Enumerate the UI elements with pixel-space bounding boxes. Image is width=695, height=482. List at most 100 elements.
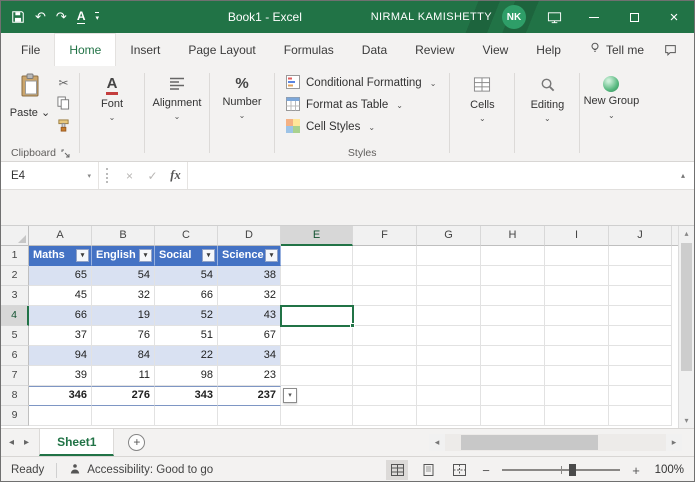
horizontal-scrollbar[interactable]: ◂ ▸ (429, 434, 682, 451)
cell-G1[interactable] (417, 246, 481, 266)
cell-B7[interactable]: 11 (92, 366, 155, 386)
cell-C1[interactable]: Social▾ (155, 246, 218, 266)
cell-H5[interactable] (481, 326, 545, 346)
cell-B9[interactable] (92, 406, 155, 426)
formula-bar-splitter[interactable] (106, 168, 113, 183)
cell-H4[interactable] (481, 306, 545, 326)
column-header-I[interactable]: I (545, 226, 609, 246)
cell-D4[interactable]: 43 (218, 306, 281, 326)
row-header-9[interactable]: 9 (1, 406, 29, 426)
cell-F3[interactable] (353, 286, 417, 306)
scroll-left-icon[interactable]: ◂ (429, 434, 445, 451)
cell-F4[interactable] (353, 306, 417, 326)
accessibility-status[interactable]: Accessibility: Good to go (69, 463, 213, 478)
number-menu-button[interactable]: % Number ⌄ (213, 69, 271, 161)
customize-qat-icon[interactable]: ▾ (95, 12, 99, 22)
cell-D8[interactable]: 237 (218, 386, 281, 406)
maximize-button[interactable] (614, 1, 654, 33)
avatar[interactable]: NK (502, 5, 526, 29)
cell-A2[interactable]: 65 (29, 266, 92, 286)
cell-C9[interactable] (155, 406, 218, 426)
filter-dropdown-icon[interactable]: ▾ (265, 249, 278, 262)
cell-G8[interactable] (417, 386, 481, 406)
cell-H7[interactable] (481, 366, 545, 386)
zoom-in-button[interactable]: + (629, 463, 643, 478)
scroll-right-icon[interactable]: ▸ (666, 434, 682, 451)
cell-G6[interactable] (417, 346, 481, 366)
tab-page-layout[interactable]: Page Layout (174, 33, 269, 66)
paste-button[interactable]: Paste ⌄ (9, 69, 51, 145)
column-header-B[interactable]: B (92, 226, 155, 246)
tab-help[interactable]: Help (522, 33, 575, 66)
vertical-scrollbar[interactable]: ▴ ▾ (678, 226, 694, 428)
comment-icon[interactable] (663, 33, 678, 66)
cell-H3[interactable] (481, 286, 545, 306)
cell-G4[interactable] (417, 306, 481, 326)
cell-H8[interactable] (481, 386, 545, 406)
zoom-slider-thumb[interactable] (569, 464, 576, 476)
row-header-7[interactable]: 7 (1, 366, 29, 386)
cell-C8[interactable]: 343 (155, 386, 218, 406)
cell-F8[interactable] (353, 386, 417, 406)
row-header-6[interactable]: 6 (1, 346, 29, 366)
column-header-J[interactable]: J (609, 226, 672, 246)
conditional-formatting-button[interactable]: Conditional Formatting ⌄ (284, 72, 438, 94)
cell-C3[interactable]: 66 (155, 286, 218, 306)
cell-F2[interactable] (353, 266, 417, 286)
cell-I8[interactable] (545, 386, 609, 406)
cell-E9[interactable] (281, 406, 353, 426)
minimize-button[interactable] (574, 1, 614, 33)
new-sheet-button[interactable]: + (128, 434, 145, 451)
name-box[interactable]: E4 ▾ (1, 162, 99, 189)
cell-D5[interactable]: 67 (218, 326, 281, 346)
enter-icon[interactable]: ✓ (141, 169, 164, 183)
cell-G5[interactable] (417, 326, 481, 346)
cell-G2[interactable] (417, 266, 481, 286)
cell-E5[interactable] (281, 326, 353, 346)
cell-C2[interactable]: 54 (155, 266, 218, 286)
row-header-8[interactable]: 8 (1, 386, 29, 406)
cell-J6[interactable] (609, 346, 672, 366)
cell-J3[interactable] (609, 286, 672, 306)
cell-A6[interactable]: 94 (29, 346, 92, 366)
select-all-corner[interactable] (1, 226, 29, 246)
cell-I1[interactable] (545, 246, 609, 266)
cell-I4[interactable] (545, 306, 609, 326)
undo-icon[interactable]: ↶ (35, 9, 46, 25)
cell-A5[interactable]: 37 (29, 326, 92, 346)
cell-F9[interactable] (353, 406, 417, 426)
expand-formula-bar-icon[interactable]: ▴ (672, 171, 694, 180)
cell-I5[interactable] (545, 326, 609, 346)
column-header-C[interactable]: C (155, 226, 218, 246)
row-header-1[interactable]: 1 (1, 246, 29, 266)
cell-E6[interactable] (281, 346, 353, 366)
page-layout-view-button[interactable] (417, 460, 439, 480)
cell-I2[interactable] (545, 266, 609, 286)
column-header-G[interactable]: G (417, 226, 481, 246)
cell-F7[interactable] (353, 366, 417, 386)
cell-F1[interactable] (353, 246, 417, 266)
zoom-slider[interactable] (502, 469, 620, 471)
cell-D2[interactable]: 38 (218, 266, 281, 286)
zoom-level[interactable]: 100% (652, 464, 684, 476)
tab-home[interactable]: Home (54, 33, 116, 66)
row-header-5[interactable]: 5 (1, 326, 29, 346)
cell-H2[interactable] (481, 266, 545, 286)
cell-E7[interactable] (281, 366, 353, 386)
cell-G9[interactable] (417, 406, 481, 426)
cancel-icon[interactable]: × (118, 169, 141, 183)
filter-dropdown-icon[interactable]: ▾ (76, 249, 89, 262)
cell-A8[interactable]: 346 (29, 386, 92, 406)
cell-A4[interactable]: 66 (29, 306, 92, 326)
redo-icon[interactable]: ↷ (56, 9, 67, 25)
user-name[interactable]: NIRMAL KAMISHETTY (371, 11, 492, 23)
cell-D9[interactable] (218, 406, 281, 426)
name-box-dropdown-icon[interactable]: ▾ (87, 172, 91, 180)
alignment-menu-button[interactable]: Alignment ⌄ (148, 69, 206, 161)
editing-menu-button[interactable]: Editing ⌄ (518, 69, 576, 161)
tab-tell-me[interactable]: Tell me (575, 33, 658, 66)
scroll-down-icon[interactable]: ▾ (679, 413, 694, 428)
cell-I3[interactable] (545, 286, 609, 306)
cell-H9[interactable] (481, 406, 545, 426)
cell-B8[interactable]: 276 (92, 386, 155, 406)
